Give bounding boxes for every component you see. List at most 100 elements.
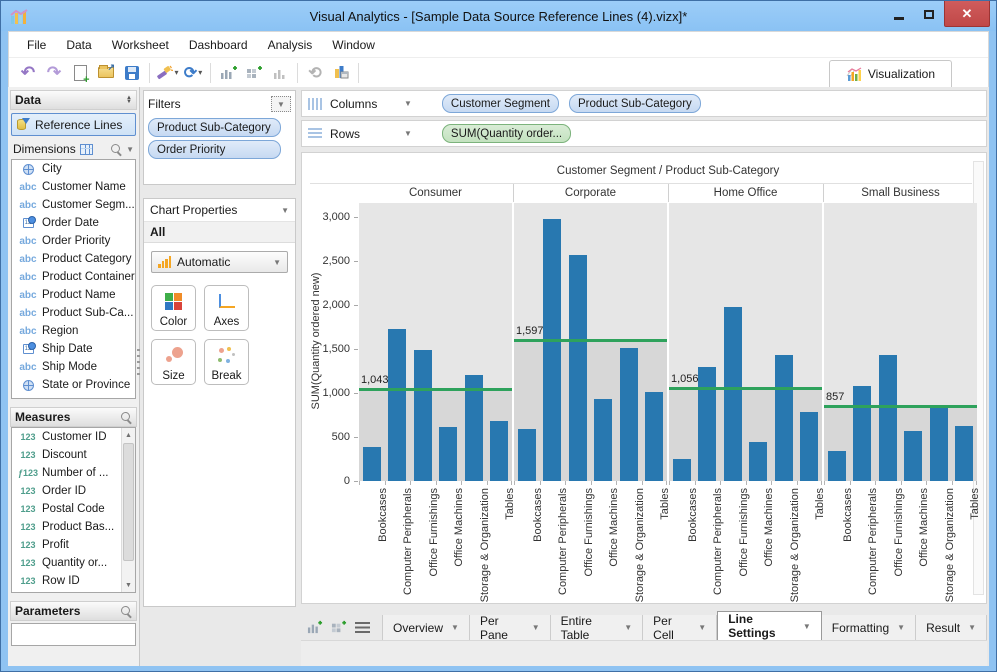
filter-pill[interactable]: Order Priority: [148, 140, 281, 159]
chart-window-button[interactable]: [329, 61, 353, 85]
tab-per-cell[interactable]: Per Cell▼: [643, 615, 717, 640]
measure-item[interactable]: ƒ123Number of ...: [12, 464, 135, 482]
column-pill[interactable]: Product Sub-Category: [569, 94, 701, 113]
dimensions-menu-caret[interactable]: ▼: [126, 145, 134, 154]
bar-storage-organization[interactable]: [620, 348, 638, 481]
add-chart-button[interactable]: [216, 61, 240, 85]
menu-item-worksheet[interactable]: Worksheet: [102, 34, 179, 56]
add-dashboard-button[interactable]: [242, 61, 266, 85]
tab-result[interactable]: Result▼: [916, 615, 987, 640]
maximize-button[interactable]: [914, 1, 944, 27]
measure-item[interactable]: 123Customer ID: [12, 428, 135, 446]
redo-button[interactable]: ↷: [42, 61, 66, 85]
bar-computer-peripherals[interactable]: [543, 219, 561, 481]
measure-item[interactable]: 123Quantity or...: [12, 554, 135, 572]
measure-item[interactable]: 123Row ID: [12, 572, 135, 590]
menu-item-dashboard[interactable]: Dashboard: [179, 34, 258, 56]
chart-properties-caret[interactable]: ▼: [281, 206, 289, 215]
panel-splitter[interactable]: [137, 349, 140, 375]
break-button[interactable]: Break: [204, 339, 249, 385]
scroll-down-icon[interactable]: ▼: [122, 578, 135, 592]
measure-item[interactable]: 123Profit: [12, 536, 135, 554]
bar-computer-peripherals[interactable]: [698, 367, 716, 481]
measure-item[interactable]: 123Order ID: [12, 482, 135, 500]
dimension-item[interactable]: abcProduct Category: [12, 250, 135, 268]
menu-item-analysis[interactable]: Analysis: [258, 34, 323, 56]
bar-office-machines[interactable]: [439, 427, 457, 481]
dimension-item[interactable]: abcCustomer Segm...: [12, 196, 135, 214]
tab-caret[interactable]: ▼: [897, 623, 905, 632]
dimension-item[interactable]: abcShip Mode: [12, 358, 135, 376]
bar-office-machines[interactable]: [594, 399, 612, 481]
sort-bars-button[interactable]: [268, 61, 292, 85]
new-document-button[interactable]: [68, 61, 92, 85]
bar-bookcases[interactable]: [673, 459, 691, 481]
measure-item[interactable]: 123Discount: [12, 446, 135, 464]
reference-line[interactable]: [824, 405, 977, 408]
size-button[interactable]: Size: [151, 339, 196, 385]
format-wand-button[interactable]: ▾: [155, 61, 179, 85]
parameters-search-icon[interactable]: [121, 606, 132, 617]
filters-dropdown-button[interactable]: ▼: [271, 96, 291, 112]
tab-line-settings[interactable]: Line Settings▼: [717, 611, 822, 640]
bar-storage-organization[interactable]: [775, 355, 793, 481]
dimension-item[interactable]: abcProduct Container: [12, 268, 135, 286]
bar-office-furnishings[interactable]: [879, 355, 897, 481]
reference-line[interactable]: [359, 388, 512, 391]
sheet-list-icon[interactable]: [355, 622, 370, 633]
reference-line[interactable]: [669, 387, 822, 390]
tab-visualization[interactable]: Visualization: [829, 60, 952, 87]
scrollbar-thumb[interactable]: [123, 443, 134, 561]
rows-shelf-caret[interactable]: ▼: [404, 129, 412, 138]
new-worksheet-icon[interactable]: [307, 619, 323, 635]
bar-office-machines[interactable]: [749, 442, 767, 481]
bar-bookcases[interactable]: [518, 429, 536, 481]
refresh-dropdown-caret[interactable]: ▾: [198, 68, 202, 77]
measures-search-icon[interactable]: [121, 412, 132, 423]
reference-line[interactable]: [514, 339, 667, 342]
minimize-button[interactable]: [884, 1, 914, 27]
menu-item-data[interactable]: Data: [56, 34, 101, 56]
bar-bookcases[interactable]: [828, 451, 846, 481]
tab-caret[interactable]: ▼: [532, 623, 540, 632]
data-panel-header[interactable]: Data ▲▼: [10, 90, 137, 110]
collapse-expand-icon[interactable]: ▲▼: [126, 96, 132, 104]
bar-tables[interactable]: [800, 412, 818, 481]
dimension-item[interactable]: abcCustomer Name: [12, 178, 135, 196]
datasource-item[interactable]: Reference Lines: [11, 113, 136, 136]
save-button[interactable]: [120, 61, 144, 85]
wand-dropdown-caret[interactable]: ▾: [174, 68, 178, 77]
mark-type-select[interactable]: Automatic ▼: [151, 251, 288, 273]
bar-office-machines[interactable]: [904, 431, 922, 481]
undo-button[interactable]: ↶: [16, 61, 40, 85]
dimension-item[interactable]: 12Ship Date: [12, 340, 135, 358]
scope-row[interactable]: All: [144, 222, 295, 243]
scroll-up-icon[interactable]: ▲: [122, 428, 135, 442]
dimension-item[interactable]: 12Order Date: [12, 214, 135, 232]
tab-caret[interactable]: ▼: [698, 623, 706, 632]
dimension-item[interactable]: abcOrder Priority: [12, 232, 135, 250]
chart-canvas[interactable]: Customer Segment / Product Sub-CategoryS…: [301, 152, 987, 604]
columns-shelf-caret[interactable]: ▼: [404, 99, 412, 108]
refresh-button[interactable]: ⟳ ▾: [181, 61, 205, 85]
bar-tables[interactable]: [645, 392, 663, 481]
rotate-view-button[interactable]: ⟲: [303, 61, 327, 85]
tab-per-pane[interactable]: Per Pane▼: [470, 615, 551, 640]
bar-tables[interactable]: [955, 426, 973, 481]
dimension-item[interactable]: City: [12, 160, 135, 178]
axes-button[interactable]: Axes: [204, 285, 249, 331]
close-button[interactable]: ✕: [944, 1, 990, 27]
bar-computer-peripherals[interactable]: [388, 329, 406, 481]
open-button[interactable]: [94, 61, 118, 85]
menu-item-window[interactable]: Window: [322, 34, 385, 56]
measure-item[interactable]: 123Postal Code: [12, 500, 135, 518]
tab-overview[interactable]: Overview▼: [382, 615, 470, 640]
filter-pill[interactable]: Product Sub-Category: [148, 118, 281, 137]
measure-item[interactable]: 123Product Bas...: [12, 518, 135, 536]
bar-storage-organization[interactable]: [930, 405, 948, 481]
bar-office-furnishings[interactable]: [569, 255, 587, 481]
dimension-item[interactable]: abcRegion: [12, 322, 135, 340]
new-dashboard-icon[interactable]: [331, 619, 347, 635]
bar-computer-peripherals[interactable]: [853, 386, 871, 481]
menu-item-file[interactable]: File: [17, 34, 56, 56]
